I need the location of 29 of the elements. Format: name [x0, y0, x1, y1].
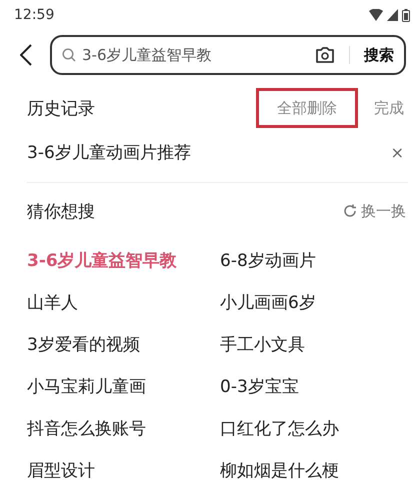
back-icon[interactable] — [20, 44, 32, 66]
suggestion-item[interactable]: 柳如烟是什么梗 — [220, 458, 339, 480]
suggestion-item[interactable]: 6-8岁动画片 — [220, 248, 316, 272]
search-field[interactable]: 3-6岁儿童益智早教 搜索 — [50, 35, 406, 75]
suggestion-item[interactable]: 小儿画画6岁 — [220, 290, 316, 314]
refresh-icon — [343, 204, 357, 218]
suggestion-item[interactable]: 眉型设计 — [27, 458, 95, 480]
suggestion-item[interactable]: 口红化了怎么办 — [220, 416, 339, 440]
remove-button[interactable]: × — [386, 142, 408, 162]
search-button[interactable]: 搜索 — [364, 46, 394, 64]
history-item[interactable]: 3-6岁儿童动画片推荐 — [27, 140, 387, 164]
status-time: 12:59 — [14, 7, 56, 23]
section-title: 猜你想搜 — [27, 200, 96, 222]
camera-icon[interactable] — [315, 46, 335, 64]
search-icon — [62, 48, 76, 62]
signal-icon — [387, 9, 398, 21]
section-title: 历史记录 — [27, 98, 96, 120]
wifi-icon — [369, 9, 383, 21]
suggestion-item[interactable]: 手工小文具 — [220, 332, 305, 356]
suggestion-item[interactable]: 3岁爱看的视频 — [27, 332, 140, 356]
suggestion-item[interactable]: 山羊人 — [27, 290, 78, 314]
refresh-button[interactable]: 换一换 — [343, 202, 406, 220]
battery-icon — [402, 8, 410, 22]
suggestion-item[interactable]: 小马宝莉儿童画 — [27, 374, 146, 398]
suggestion-item[interactable]: 3-6岁儿童益智早教 — [27, 248, 177, 272]
suggestion-item[interactable]: 0-3岁宝宝 — [220, 374, 299, 398]
suggestion-item[interactable]: 抖音怎么换账号 — [27, 416, 146, 440]
done-link[interactable]: 完成 — [374, 98, 408, 118]
delete-all-button[interactable]: 全部删除 — [256, 88, 358, 128]
